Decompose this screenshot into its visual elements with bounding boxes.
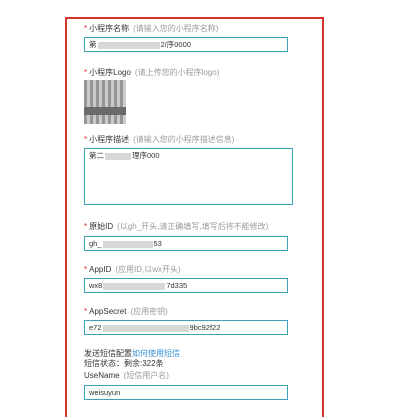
- redacted-text: [97, 41, 160, 49]
- name-value-prefix: 第: [89, 40, 97, 49]
- logo-label: 小程序Logo: [89, 68, 131, 77]
- name-hint: (请输入您的小程序名称): [133, 24, 219, 33]
- required-marker: *: [84, 307, 88, 316]
- desc-hint: (请输入您的小程序描述信息): [133, 135, 235, 144]
- appsecret-prefix: e72: [89, 323, 102, 332]
- appsecret-hint: (应用密钥): [130, 307, 168, 316]
- desc-value-prefix: 第二: [89, 151, 104, 160]
- username-hint: (短信用户名): [123, 371, 169, 380]
- username-label-row: UseName (短信用户名): [84, 370, 169, 381]
- redacted-text: [103, 282, 166, 290]
- required-marker: *: [84, 222, 88, 231]
- appsecret-label-row: * AppSecret (应用密钥): [84, 306, 168, 317]
- original-id-prefix: gh_: [89, 239, 102, 248]
- appid-suffix: 7d335: [166, 281, 188, 290]
- appid-input[interactable]: wx8 7d335: [84, 278, 288, 293]
- appsecret-input[interactable]: e72 9bc92f22: [84, 320, 288, 335]
- logo-upload-image[interactable]: [84, 80, 126, 124]
- appsecret-label: AppSecret: [89, 307, 127, 316]
- appid-prefix: wx8: [89, 281, 103, 290]
- original-id-hint: (以gh_开头,请正确填写,填写后将不能修改): [117, 222, 269, 231]
- original-id-suffix: 53: [153, 239, 162, 248]
- desc-label-row: * 小程序描述 (请输入您的小程序描述信息): [84, 134, 234, 145]
- desc-label: 小程序描述: [89, 135, 130, 144]
- appsecret-suffix: 9bc92f22: [189, 323, 221, 332]
- redacted-text: [105, 152, 131, 160]
- username-value: weisuyun: [89, 388, 121, 397]
- username-input[interactable]: weisuyun: [84, 385, 288, 400]
- required-marker: *: [84, 135, 88, 144]
- appid-label: AppID: [89, 265, 112, 274]
- logo-hint: (请上传您的小程序logo): [134, 68, 220, 77]
- name-label-row: * 小程序名称 (请输入您的小程序名称): [84, 23, 218, 34]
- required-marker: *: [84, 265, 88, 274]
- original-id-label-row: * 原始ID (以gh_开头,请正确填写,填写后将不能修改): [84, 221, 268, 232]
- original-id-label: 原始ID: [89, 222, 114, 231]
- appid-label-row: * AppID (应用ID,以wx开头): [84, 264, 181, 275]
- name-label: 小程序名称: [89, 24, 130, 33]
- desc-value-suffix: 理序000: [132, 151, 160, 160]
- original-id-input[interactable]: gh_ 53: [84, 236, 288, 251]
- logo-image-band: [84, 107, 126, 115]
- username-label: UseName: [84, 371, 120, 380]
- sms-status: 短信状态：剩余:322条: [84, 359, 164, 368]
- description-textarea[interactable]: 第二 理序000: [84, 148, 293, 205]
- sms-config-label: 发送短信配置: [84, 349, 132, 358]
- required-marker: *: [84, 68, 88, 77]
- redacted-text: [102, 240, 153, 248]
- redacted-text: [102, 324, 189, 332]
- sms-help-link[interactable]: 如何使用短信: [132, 349, 180, 358]
- logo-label-row: * 小程序Logo (请上传您的小程序logo): [84, 67, 219, 78]
- name-value-suffix: 2/序0000: [160, 40, 191, 49]
- appid-hint: (应用ID,以wx开头): [115, 265, 181, 274]
- name-input[interactable]: 第 2/序0000: [84, 37, 288, 52]
- required-marker: *: [84, 24, 88, 33]
